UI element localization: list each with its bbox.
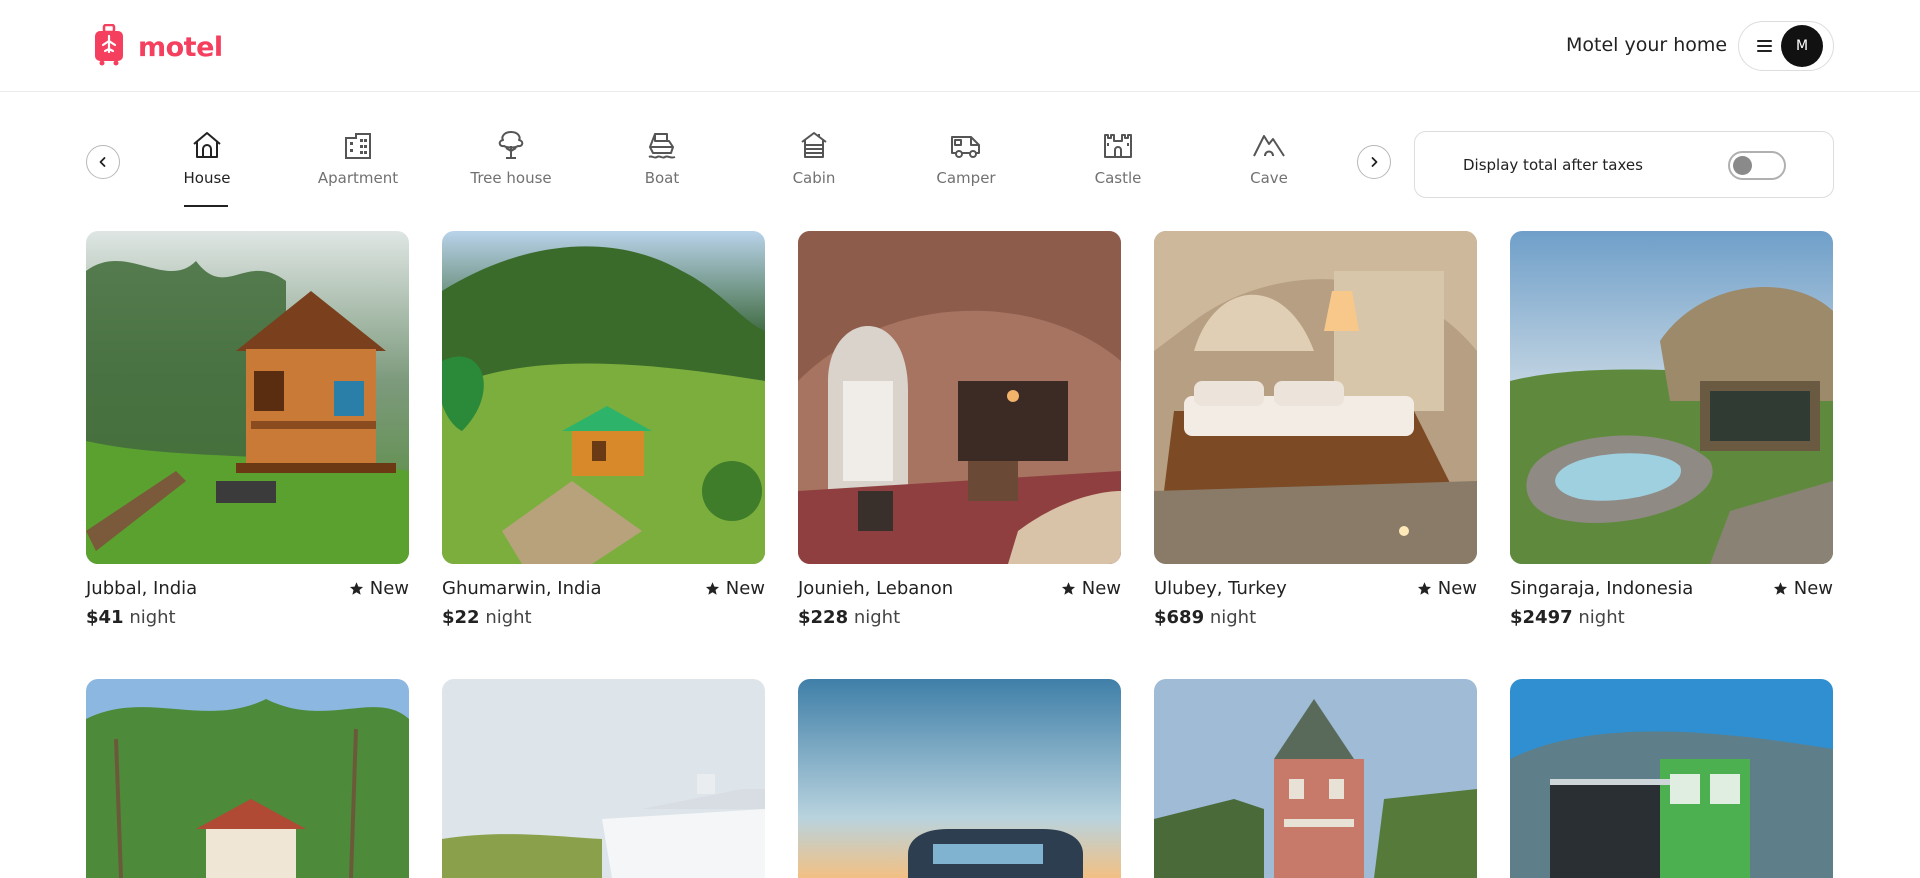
listing-price: $22 night bbox=[442, 607, 765, 628]
rating-text: New bbox=[725, 578, 765, 599]
price-amount: $689 bbox=[1154, 607, 1205, 628]
rating-text: New bbox=[369, 578, 409, 599]
listing-location: Jounieh, Lebanon bbox=[798, 578, 954, 599]
category-boat[interactable]: Boat bbox=[602, 128, 722, 208]
rating-text: New bbox=[1081, 578, 1121, 599]
star-icon bbox=[705, 582, 719, 595]
listing-photo[interactable] bbox=[798, 231, 1121, 564]
category-label: Cave bbox=[1250, 169, 1288, 187]
rating-text: New bbox=[1437, 578, 1477, 599]
listing-location: Jubbal, India bbox=[86, 578, 198, 599]
category-label: Tree house bbox=[470, 169, 552, 187]
tax-toggle-switch[interactable] bbox=[1728, 151, 1786, 180]
avatar: M bbox=[1781, 25, 1823, 67]
category-camper[interactable]: Camper bbox=[906, 128, 1026, 208]
category-cave[interactable]: Cave bbox=[1209, 128, 1329, 208]
host-your-home-link[interactable]: Motel your home bbox=[1566, 34, 1727, 56]
logo[interactable]: motel bbox=[94, 23, 223, 70]
listing-photo[interactable] bbox=[442, 679, 765, 878]
listing-photo[interactable] bbox=[1154, 231, 1477, 564]
price-amount: $228 bbox=[798, 607, 849, 628]
category-label: Apartment bbox=[317, 169, 399, 187]
listing-card[interactable]: Ghumarwin, India New $22 night bbox=[442, 231, 765, 628]
listing-photo[interactable] bbox=[86, 679, 409, 878]
star-icon bbox=[1773, 582, 1787, 595]
listing-photo[interactable] bbox=[1510, 679, 1833, 878]
user-menu-button[interactable]: M bbox=[1738, 21, 1834, 71]
cave-icon bbox=[1252, 128, 1286, 162]
tree-house-icon bbox=[494, 128, 528, 162]
category-label: Cabin bbox=[792, 169, 836, 187]
cabin-icon bbox=[797, 128, 831, 162]
price-amount: $22 bbox=[442, 607, 480, 628]
top-header: motel Motel your home M bbox=[0, 0, 1920, 92]
categories-next-button[interactable] bbox=[1357, 145, 1391, 179]
price-unit: night bbox=[485, 607, 532, 628]
star-icon bbox=[1417, 582, 1431, 595]
castle-icon bbox=[1101, 128, 1135, 162]
listing-photo[interactable] bbox=[86, 231, 409, 564]
category-cabin[interactable]: Cabin bbox=[754, 128, 874, 208]
listing-location: Ghumarwin, India bbox=[442, 578, 602, 599]
category-label: Boat bbox=[644, 169, 680, 187]
categories-prev-button[interactable] bbox=[86, 145, 120, 179]
listing-photo[interactable] bbox=[1154, 679, 1477, 878]
listing-rating: New bbox=[705, 578, 765, 599]
price-amount: $41 bbox=[86, 607, 124, 628]
listing-photo[interactable] bbox=[442, 231, 765, 564]
star-icon bbox=[1061, 582, 1075, 595]
listing-price: $41 night bbox=[86, 607, 409, 628]
category-label: Camper bbox=[936, 169, 996, 187]
listing-card[interactable]: Jounieh, Lebanon New $228 night bbox=[798, 231, 1121, 628]
listing-rating: New bbox=[1773, 578, 1833, 599]
category-tree-house[interactable]: Tree house bbox=[451, 128, 571, 208]
price-unit: night bbox=[129, 607, 176, 628]
apartment-icon bbox=[341, 128, 375, 162]
listing-card[interactable]: Ulubey, Turkey New $689 night bbox=[1154, 231, 1477, 628]
price-unit: night bbox=[1209, 607, 1257, 628]
listing-card[interactable] bbox=[86, 679, 409, 878]
category-house[interactable]: House bbox=[147, 128, 267, 208]
toggle-knob bbox=[1733, 156, 1752, 175]
house-icon bbox=[190, 128, 224, 162]
listing-card[interactable] bbox=[442, 679, 765, 878]
listing-card[interactable] bbox=[798, 679, 1121, 878]
listing-price: $2497 night bbox=[1510, 607, 1833, 628]
rating-text: New bbox=[1793, 578, 1833, 599]
listing-card[interactable] bbox=[1154, 679, 1477, 878]
suitcase-logo-icon bbox=[94, 23, 124, 70]
chevron-left-icon bbox=[99, 157, 106, 167]
price-unit: night bbox=[1578, 607, 1625, 628]
category-apartment[interactable]: Apartment bbox=[298, 128, 418, 208]
camper-icon bbox=[949, 128, 983, 162]
listing-rating: New bbox=[349, 578, 409, 599]
listing-card[interactable] bbox=[1510, 679, 1833, 878]
tax-display-panel: Display total after taxes bbox=[1414, 131, 1834, 198]
logo-text: motel bbox=[138, 31, 223, 63]
listing-card[interactable]: Jubbal, India New $41 night bbox=[86, 231, 409, 628]
listing-rating: New bbox=[1417, 578, 1477, 599]
listing-location: Singaraja, Indonesia bbox=[1510, 578, 1694, 599]
price-amount: $2497 bbox=[1510, 607, 1573, 628]
chevron-right-icon bbox=[1371, 157, 1378, 167]
active-category-indicator bbox=[184, 205, 228, 207]
listing-rating: New bbox=[1061, 578, 1121, 599]
boat-icon bbox=[645, 128, 679, 162]
menu-icon bbox=[1757, 40, 1772, 52]
tax-toggle-label: Display total after taxes bbox=[1463, 156, 1643, 174]
listing-location: Ulubey, Turkey bbox=[1154, 578, 1287, 599]
category-castle[interactable]: Castle bbox=[1058, 128, 1178, 208]
price-unit: night bbox=[853, 607, 901, 628]
category-label: House bbox=[183, 169, 231, 187]
star-icon bbox=[349, 582, 363, 595]
listing-price: $689 night bbox=[1154, 607, 1477, 628]
category-label: Castle bbox=[1094, 169, 1142, 187]
listing-card[interactable]: Singaraja, Indonesia New $2497 night bbox=[1510, 231, 1833, 628]
listing-price: $228 night bbox=[798, 607, 1121, 628]
listing-photo[interactable] bbox=[1510, 231, 1833, 564]
listing-photo[interactable] bbox=[798, 679, 1121, 878]
